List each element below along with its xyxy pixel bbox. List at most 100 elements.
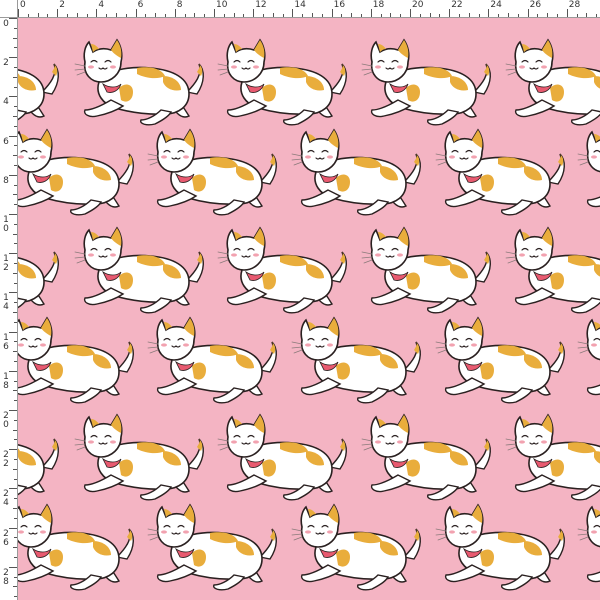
ruler-tick [13, 508, 17, 509]
ruler-tick [419, 14, 421, 17]
ruler-label: 2 [3, 58, 9, 69]
ruler-tick [400, 14, 402, 17]
ruler-tick [282, 14, 284, 17]
ruler-label: 26 [529, 0, 542, 10]
ruler-tick [9, 214, 17, 215]
ruler-tick [14, 263, 17, 264]
vertical-ruler: 0246810121416182022242628 [0, 0, 18, 600]
ruler-tick [145, 14, 147, 17]
ruler-tick [439, 14, 441, 17]
ruler-tick [557, 14, 558, 17]
ruler-tick [380, 14, 382, 17]
ruler-tick [14, 282, 17, 284]
ruler-tick [214, 9, 215, 17]
ruler-tick [547, 13, 549, 17]
ruler-tick [14, 400, 17, 402]
ruler-tick [14, 67, 17, 68]
ruler-tick [272, 13, 274, 17]
ruler-label: 8 [3, 175, 9, 186]
ruler-tick [194, 13, 196, 17]
ruler-label: 8 [176, 0, 183, 10]
ruler-label: 24 [3, 489, 9, 509]
ruler-tick [488, 9, 490, 17]
ruler-tick [14, 341, 17, 343]
ruler-tick [9, 566, 17, 568]
ruler-tick [13, 272, 17, 274]
ruler-tick [18, 9, 19, 17]
ruler-label: 28 [568, 0, 581, 10]
ruler-tick [135, 9, 137, 17]
ruler-tick [13, 233, 17, 235]
ruler-tick [537, 14, 539, 17]
ruler-tick [517, 14, 519, 17]
ruler-tick [174, 9, 176, 17]
ruler-tick [302, 14, 304, 17]
ruler-tick [321, 14, 323, 17]
ruler-tick [13, 547, 17, 549]
ruler-label: 22 [451, 0, 463, 10]
ruler-tick [14, 321, 17, 323]
ruler-tick [223, 14, 225, 17]
ruler-tick [14, 125, 17, 127]
ruler-label: 26 [3, 528, 9, 548]
ruler-tick [468, 13, 470, 17]
ruler-tick [9, 253, 17, 255]
ruler-tick [9, 135, 17, 137]
ruler-tick [13, 155, 17, 157]
ruler-tick [204, 14, 206, 17]
ruler-label: 20 [412, 0, 424, 10]
ruler-tick [370, 9, 372, 17]
ruler-tick [155, 13, 157, 17]
ruler-tick [331, 9, 333, 17]
ruler-label: 2 [59, 0, 65, 10]
ruler-label: 4 [98, 0, 105, 10]
ruler-tick [9, 292, 17, 294]
ruler-tick [14, 596, 17, 598]
ruler-label: 28 [3, 567, 9, 587]
ruler-tick [263, 14, 264, 17]
ruler-label: 14 [294, 0, 306, 10]
ruler-label: 10 [3, 215, 9, 234]
ruler-tick [125, 14, 127, 17]
ruler-tick [96, 9, 98, 17]
ruler-tick [14, 106, 17, 108]
ruler-tick [576, 14, 578, 17]
ruler-tick [459, 14, 460, 17]
ruler-tick [449, 9, 451, 17]
ruler-tick [14, 243, 17, 245]
ruler-tick [13, 429, 17, 431]
ruler-tick [292, 9, 294, 17]
ruler-tick [253, 9, 255, 17]
ruler-tick [14, 302, 17, 304]
ruler-tick [9, 449, 17, 451]
ruler-tick [13, 586, 17, 588]
ruler-tick [14, 557, 17, 558]
ruler-tick [14, 86, 17, 88]
ruler-tick [527, 9, 529, 17]
ruler-tick [184, 14, 186, 17]
ruler-label: 12 [255, 0, 267, 10]
ruler-tick [14, 478, 17, 480]
ruler-tick [14, 204, 17, 206]
ruler-tick [13, 468, 17, 470]
ruler-label: 16 [333, 0, 346, 10]
ruler-tick [67, 14, 68, 17]
ruler-tick [27, 14, 29, 17]
ruler-tick [14, 361, 17, 362]
ruler-tick [13, 37, 17, 39]
ruler-tick [9, 18, 17, 19]
ruler-tick [14, 419, 17, 421]
ruler-tick [14, 184, 17, 186]
ruler-tick [9, 527, 17, 529]
ruler-label: 6 [3, 136, 9, 147]
ruler-tick [14, 145, 17, 147]
ruler-tick [14, 537, 17, 539]
ruler-label: 14 [3, 293, 9, 313]
ruler-tick [596, 14, 598, 17]
ruler-tick [14, 576, 17, 578]
ruler-tick [508, 13, 509, 17]
fabric-pattern-canvas: .fur{fill:#ffffff;stroke:#2a2020;}.spot{… [18, 18, 600, 600]
ruler-tick [13, 312, 17, 313]
ruler-tick [566, 9, 568, 17]
ruler-tick [429, 13, 431, 17]
